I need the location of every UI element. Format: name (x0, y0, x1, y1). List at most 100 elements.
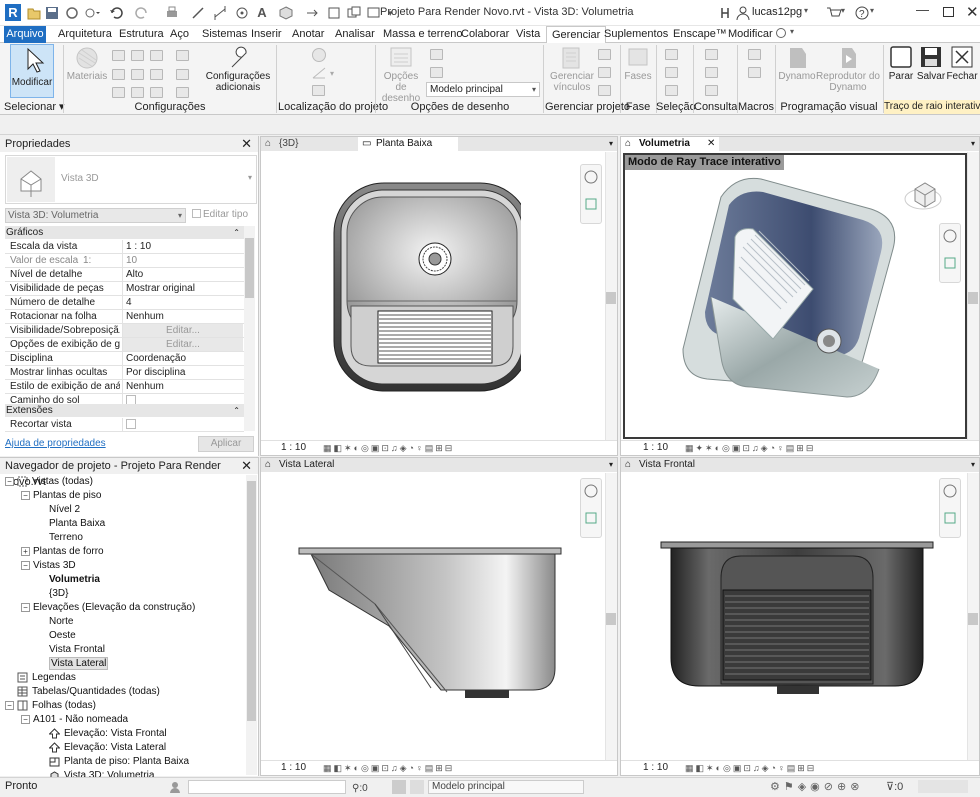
collapse-icon[interactable]: − (21, 602, 30, 612)
tab-gerenciar[interactable]: Gerenciar (546, 26, 607, 44)
browser-item[interactable]: − Vistas (todas) (5, 475, 245, 489)
viewport-menu-icon[interactable]: ▾ (971, 458, 975, 472)
help-dropdown-icon[interactable]: ▾ (870, 6, 874, 15)
type-dropdown-icon[interactable]: ▾ (248, 173, 252, 182)
browser-item[interactable]: Tabelas/Quantidades (todas) (5, 685, 245, 699)
load-selection-icon[interactable] (665, 67, 678, 78)
coordinates-dropdown-icon[interactable]: ▾ (330, 69, 334, 78)
transfer-standards-icon[interactable] (150, 50, 163, 61)
prop-row[interactable]: Valor de escala 1: 10 (5, 254, 244, 268)
dimension-icon[interactable] (212, 5, 228, 21)
select-by-id-icon[interactable] (705, 49, 718, 60)
browser-item[interactable]: − Plantas de piso (5, 489, 245, 503)
undo-icon[interactable] (108, 5, 124, 21)
view-scale[interactable]: 1 : 10 (643, 761, 668, 775)
collapse-icon[interactable]: − (21, 714, 30, 724)
project-units-icon[interactable] (150, 87, 163, 98)
user-dropdown-icon[interactable]: ▾ (804, 6, 808, 15)
collapse-icon[interactable]: − (21, 560, 30, 570)
phases-button[interactable]: Fases (623, 45, 653, 87)
prop-row[interactable]: Visibilidade/Sobreposiçã... Editar... (5, 324, 244, 338)
ray-close-button[interactable]: Fechar (946, 45, 978, 87)
close-hidden-icon[interactable] (346, 5, 362, 21)
browser-item[interactable]: − Elevações (Elevação da construção) (5, 601, 245, 615)
viewport-planta-baixa[interactable]: ⌂ {3D} ▭ Planta Baixa ▾ 1 : 10 ▦◧✶◐◎▣⊡♫◈◔♀… (260, 136, 618, 456)
tab-aco[interactable]: Aço (168, 26, 191, 43)
object-styles-icon[interactable] (112, 50, 125, 61)
browser-scrollbar[interactable] (246, 475, 257, 775)
sync-icon[interactable] (64, 5, 80, 21)
materials-button[interactable]: Materiais (66, 45, 108, 90)
measure-icon[interactable] (190, 5, 206, 21)
browser-item[interactable]: + Plantas de forro (5, 545, 245, 559)
tab-volumetria[interactable]: ⌂ Volumetria ✕ (621, 137, 719, 151)
browser-item[interactable]: Nível 2 (5, 503, 245, 517)
print-icon[interactable] (164, 5, 180, 21)
prop-row[interactable]: Visibilidade de peças Mostrar original (5, 282, 244, 296)
cart-dropdown-icon[interactable]: ▾ (841, 6, 845, 15)
type-selector[interactable]: Vista 3D ▾ (5, 155, 257, 204)
apply-button[interactable]: Aplicar (198, 436, 254, 452)
tab-3d[interactable]: ⌂ {3D} (261, 137, 357, 151)
tab-sistemas[interactable]: Sistemas (200, 26, 249, 43)
properties-help-link[interactable]: Ajuda de propriedades (5, 438, 106, 449)
browser-item[interactable]: − Folhas (todas) (5, 699, 245, 713)
view-controls-icons[interactable]: ▦◧✶◐◎▣⊡♫◈◔♀▤⊞⊟ (685, 761, 816, 775)
sync-dropdown-icon[interactable] (84, 5, 100, 21)
prop-row[interactable]: Disciplina Coordenação (5, 352, 244, 366)
selection-filter-count[interactable]: ⚲:0 (352, 780, 368, 797)
prop-value[interactable]: Por disciplina (122, 366, 243, 379)
manage-images-icon[interactable] (598, 49, 611, 60)
viewport-menu-icon[interactable]: ▾ (609, 458, 613, 472)
viewport-vista-lateral[interactable]: ⌂ Vista Lateral ▾ 1 : 10 ▦◧✶◐◎▣⊡♫◈◔♀▤⊞⊟ (260, 457, 618, 776)
location-globe-icon[interactable] (312, 48, 326, 62)
browser-item[interactable]: Planta de piso: Planta Baixa (5, 755, 245, 769)
prop-row[interactable]: Nível de detalhe Alto (5, 268, 244, 282)
dynamo-button[interactable]: Dynamo (778, 45, 816, 97)
viewport-vista-frontal[interactable]: ⌂ Vista Frontal ▾ 1 : 10 ▦◧✶◐◎▣⊡♫◈◔♀▤⊞⊟ (620, 457, 980, 776)
pick-to-edit-icon[interactable] (430, 67, 443, 78)
selection-options-icons[interactable]: ⚙⚑◈◉⊘⊕⊗ (770, 779, 863, 796)
view-scale[interactable]: 1 : 10 (281, 761, 306, 775)
browser-item[interactable]: Planta Baixa (5, 517, 245, 531)
tab-suplementos[interactable]: Suplementos (602, 26, 670, 43)
tab-massa-terreno[interactable]: Massa e terreno (381, 26, 464, 43)
tab-modificar[interactable]: Modificar (726, 26, 775, 43)
prop-value[interactable]: Alto (122, 268, 243, 281)
prop-value[interactable]: Nenhum (122, 380, 243, 393)
collapse-icon[interactable]: − (21, 490, 30, 500)
prop-row[interactable]: Opções de exibição de g... Editar... (5, 338, 244, 352)
user-icon[interactable] (735, 5, 751, 21)
save-icon[interactable] (44, 5, 60, 21)
instance-selector[interactable]: Vista 3D: Volumetria ▾ (5, 208, 186, 223)
stop-button[interactable]: Parar (886, 45, 916, 87)
navigation-bar[interactable] (939, 223, 961, 283)
collapse-icon[interactable]: − (5, 700, 14, 710)
manage-links-button[interactable]: Gerenciar vínculos (547, 45, 597, 97)
warnings-icon[interactable] (705, 85, 718, 96)
browser-close-icon[interactable]: ✕ (241, 459, 252, 473)
prop-row[interactable]: Estilo de exibição de anál... Nenhum (5, 380, 244, 394)
project-info-icon[interactable] (112, 87, 125, 98)
prop-value[interactable]: 1 : 10 (122, 240, 243, 253)
ray-save-button[interactable]: Salvar (916, 45, 946, 87)
design-option-icon[interactable] (410, 780, 424, 794)
workset-dropdown[interactable] (188, 780, 346, 794)
viewport-vscroll[interactable] (967, 152, 979, 440)
browser-item[interactable]: − Vistas 3D (5, 559, 245, 573)
ids-of-selection-icon[interactable] (705, 67, 718, 78)
browser-item[interactable]: Vista Frontal (5, 643, 245, 657)
prop-row[interactable]: Rotacionar na folha Nenhum (5, 310, 244, 324)
help-icon[interactable]: ? (854, 5, 870, 21)
viewport-volumetria[interactable]: ⌂ Volumetria ✕ ▾ Modo de Ray Trace interat… (620, 136, 980, 456)
section-icon[interactable] (304, 5, 320, 21)
navigation-bar[interactable] (580, 164, 602, 224)
modify-button[interactable]: Modificar (10, 44, 54, 98)
edit-selection-icon[interactable] (665, 85, 678, 96)
prop-row[interactable]: Escala da vista 1 : 10 (5, 240, 244, 254)
tag-icon[interactable] (234, 5, 250, 21)
add-to-set-icon[interactable] (430, 49, 443, 60)
shared-params-icon[interactable] (131, 69, 144, 80)
prop-row[interactable]: Mostrar linhas ocultas Por disciplina (5, 366, 244, 380)
tab-anotar[interactable]: Anotar (290, 26, 326, 43)
